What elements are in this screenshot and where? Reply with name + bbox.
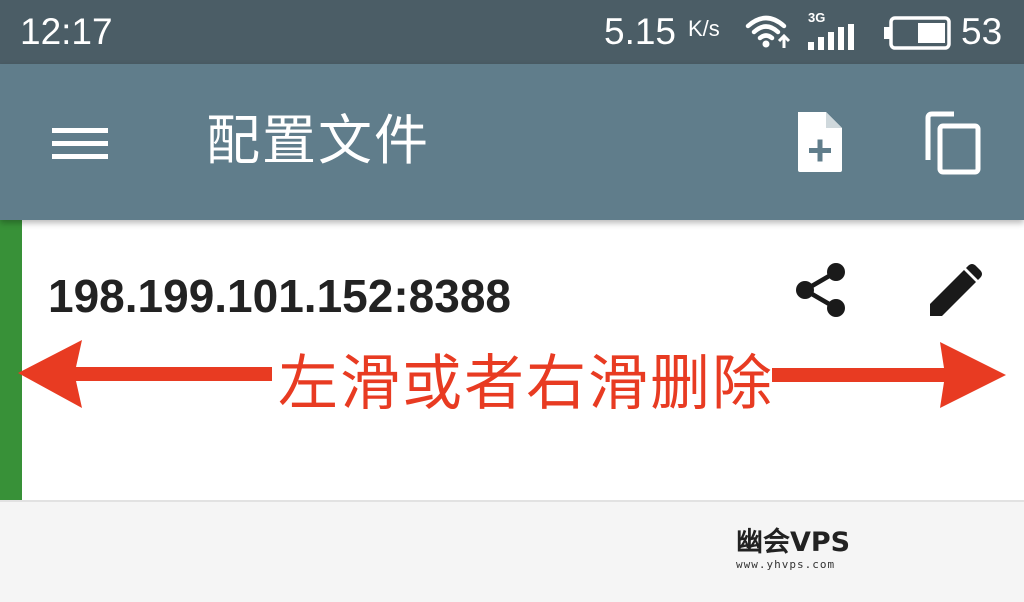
hamburger-menu-icon[interactable] (52, 118, 108, 168)
add-file-icon[interactable] (794, 110, 846, 174)
battery-level: 53 (961, 11, 1003, 52)
card-divider (0, 500, 1024, 502)
network-type: 3G (808, 10, 826, 25)
battery-icon (884, 16, 951, 50)
app-bar: 配置文件 (0, 64, 1024, 220)
cellular-signal-icon (808, 24, 854, 50)
wifi-upload-icon (745, 15, 791, 48)
network-speed: 5.15 (604, 11, 677, 52)
page-title: 配置文件 (206, 109, 430, 172)
copy-icon[interactable] (924, 110, 984, 176)
left-arrow-icon (18, 340, 272, 408)
swipe-annotation: 左滑或者右滑删除 (0, 340, 1024, 430)
watermark-url: www.yhvps.com (736, 558, 836, 571)
status-time: 12:17 (20, 11, 113, 52)
network-speed-unit: K/s (688, 16, 720, 41)
server-address: 198.199.101.152:8388 (48, 270, 511, 322)
profile-card[interactable]: 198.199.101.152:8388 左滑或者右滑删除 (0, 220, 1024, 500)
right-arrow-icon (772, 342, 1006, 408)
swipe-hint-text: 左滑或者右滑删除 (278, 349, 774, 419)
watermark-logo: 幽会VPS (736, 527, 851, 558)
share-icon[interactable] (794, 260, 848, 320)
edit-icon[interactable] (926, 262, 984, 320)
status-bar: 12:17 5.15 K/s 3G 53 (0, 0, 1024, 64)
watermark: 幽会VPS www.yhvps.com (736, 528, 850, 576)
